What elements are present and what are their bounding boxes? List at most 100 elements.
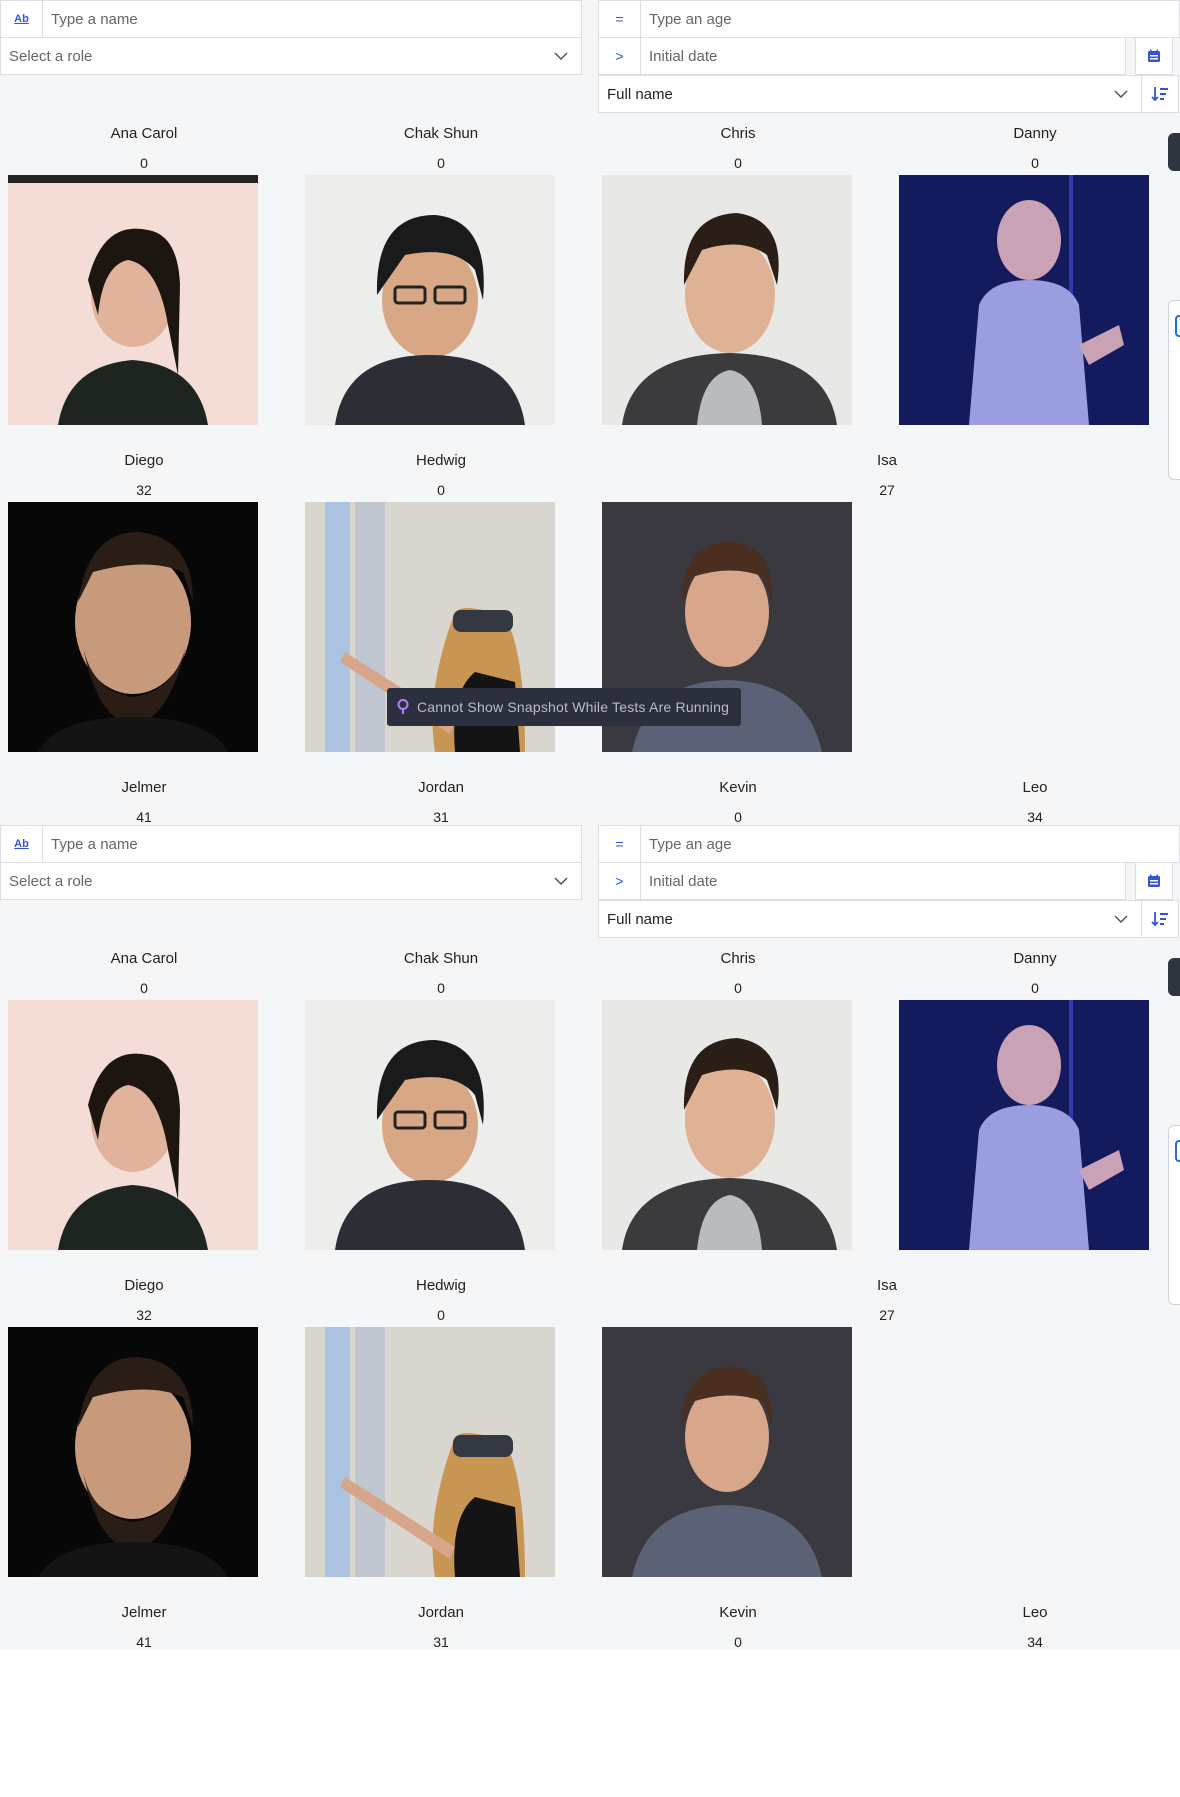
person-age: 0 — [734, 1634, 742, 1650]
person-card: Chak Shun 0 — [316, 949, 566, 997]
side-toolbar[interactable] — [1168, 1125, 1180, 1305]
person-card: Jordan 31 — [316, 1603, 566, 1650]
person-age: 31 — [433, 1634, 449, 1650]
date-filter-input[interactable]: Initial date — [641, 873, 1125, 890]
person-age: 0 — [437, 980, 445, 996]
person-card: Ana Carol 0 — [19, 949, 269, 997]
person-age: 0 — [140, 155, 148, 171]
person-age: 0 — [1031, 980, 1039, 996]
person-card: Jordan 31 — [316, 778, 566, 825]
person-name: Hedwig — [415, 1277, 467, 1294]
person-card: Kevin 0 — [613, 1603, 863, 1650]
person-age: 0 — [734, 155, 742, 171]
equals-operator-icon[interactable]: = — [599, 826, 641, 862]
person-photo — [602, 1327, 852, 1577]
person-name: Jordan — [418, 1604, 464, 1621]
toolbar-icon[interactable] — [1175, 1140, 1180, 1162]
person-name: Chris — [720, 125, 756, 142]
person-photo — [305, 175, 555, 425]
pin-icon — [397, 699, 409, 715]
date-filter-input[interactable]: Initial date — [641, 48, 1125, 65]
person-card: Isa 27 — [762, 451, 1012, 499]
person-name: Hedwig — [415, 452, 467, 469]
person-name: Chak Shun — [403, 950, 479, 967]
person-age: 0 — [734, 980, 742, 996]
calendar-icon[interactable] — [1135, 37, 1173, 75]
person-name: Leo — [1022, 1604, 1048, 1621]
equals-operator-icon[interactable]: = — [599, 1, 641, 37]
person-name: Diego — [124, 452, 164, 469]
person-photo — [899, 1000, 1149, 1250]
person-age: 32 — [136, 1307, 152, 1323]
person-photo — [305, 1327, 555, 1577]
people-panel: Ab Type a name = Type an age Select a ro… — [0, 825, 1180, 1650]
side-toolbar[interactable] — [1168, 300, 1180, 480]
sort-direction-icon[interactable] — [1141, 900, 1179, 938]
person-age: 34 — [1027, 1634, 1043, 1650]
sort-select[interactable]: Full name — [598, 75, 1142, 113]
person-name: Ana Carol — [110, 950, 178, 967]
greater-than-operator-icon[interactable]: > — [599, 863, 641, 899]
age-filter-input[interactable]: Type an age — [641, 836, 1179, 853]
chevron-down-icon — [1101, 90, 1141, 98]
person-card: Chris 0 — [613, 124, 863, 172]
date-filter-field[interactable]: > Initial date — [598, 37, 1126, 75]
chevron-down-icon — [541, 877, 581, 885]
text-type-icon: Ab — [1, 1, 43, 37]
person-name: Danny — [1013, 125, 1057, 142]
toolbar-icon[interactable] — [1175, 315, 1180, 337]
sort-direction-icon[interactable] — [1141, 75, 1179, 113]
person-name: Chak Shun — [403, 125, 479, 142]
person-photo — [602, 1000, 852, 1250]
age-filter-field[interactable]: = Type an age — [598, 825, 1180, 863]
person-photo — [899, 175, 1149, 425]
person-card: Isa 27 — [762, 1276, 1012, 1324]
age-filter-field[interactable]: = Type an age — [598, 0, 1180, 38]
role-select[interactable]: Select a role — [0, 37, 582, 75]
person-name: Danny — [1013, 950, 1057, 967]
name-filter-input[interactable]: Type a name — [43, 836, 581, 853]
name-filter-input[interactable]: Type a name — [43, 11, 581, 28]
chevron-down-icon — [541, 52, 581, 60]
side-panel-tab[interactable] — [1168, 133, 1180, 171]
person-age: 27 — [879, 1307, 895, 1323]
person-name: Jordan — [418, 779, 464, 796]
person-photo — [8, 502, 258, 752]
sort-select[interactable]: Full name — [598, 900, 1142, 938]
person-card: Hedwig 0 — [316, 1276, 566, 1324]
person-age: 34 — [1027, 809, 1043, 825]
person-card: Leo 34 — [910, 1603, 1160, 1650]
calendar-icon[interactable] — [1135, 862, 1173, 900]
person-card: Chris 0 — [613, 949, 863, 997]
person-age: 32 — [136, 482, 152, 498]
role-select-value: Select a role — [9, 872, 93, 890]
person-name: Ana Carol — [110, 125, 178, 142]
person-card: Ana Carol 0 — [19, 124, 269, 172]
side-panel-tab[interactable] — [1168, 958, 1180, 996]
snapshot-tooltip: Cannot Show Snapshot While Tests Are Run… — [387, 688, 741, 726]
person-age: 0 — [437, 1307, 445, 1323]
person-card: Diego 32 — [19, 1276, 269, 1324]
person-age: 0 — [140, 980, 148, 996]
person-age: 27 — [879, 482, 895, 498]
tooltip-text: Cannot Show Snapshot While Tests Are Run… — [417, 699, 730, 715]
person-age: 31 — [433, 809, 449, 825]
role-select[interactable]: Select a role — [0, 862, 582, 900]
sort-select-value: Full name — [607, 85, 673, 103]
person-age: 41 — [136, 1634, 152, 1650]
name-filter-field[interactable]: Ab Type a name — [0, 0, 582, 38]
person-card: Chak Shun 0 — [316, 124, 566, 172]
person-name: Isa — [876, 1277, 897, 1294]
person-card: Jelmer 41 — [19, 778, 269, 825]
person-photo — [602, 175, 852, 425]
person-photo — [305, 1000, 555, 1250]
name-filter-field[interactable]: Ab Type a name — [0, 825, 582, 863]
person-card: Danny 0 — [910, 949, 1160, 997]
people-panel: Ab Type a name = Type an age Select a ro… — [0, 0, 1180, 825]
date-filter-field[interactable]: > Initial date — [598, 862, 1126, 900]
greater-than-operator-icon[interactable]: > — [599, 38, 641, 74]
person-age: 0 — [734, 809, 742, 825]
age-filter-input[interactable]: Type an age — [641, 11, 1179, 28]
person-name: Chris — [720, 950, 756, 967]
person-card: Hedwig 0 — [316, 451, 566, 499]
